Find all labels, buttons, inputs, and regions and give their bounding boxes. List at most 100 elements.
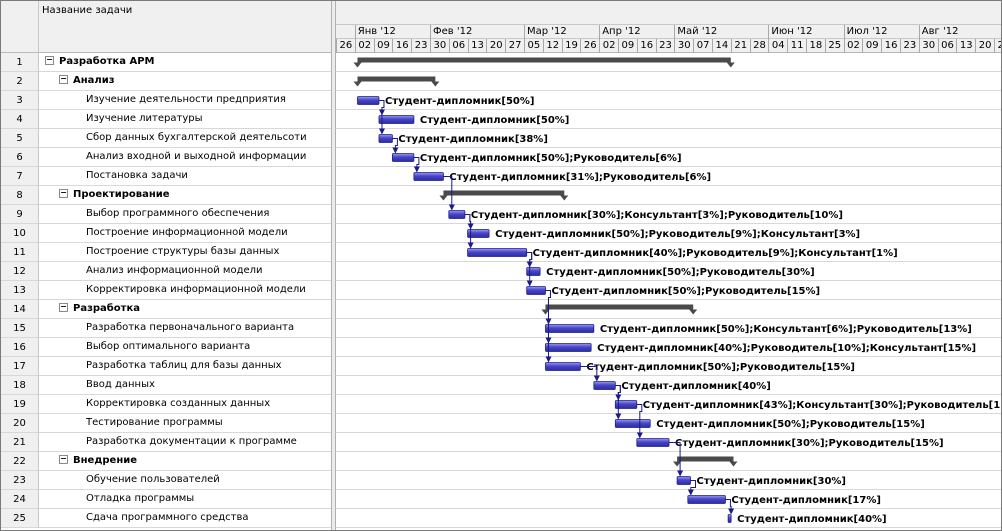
week-label: 16 — [392, 39, 411, 53]
task-name-cell[interactable]: Отладка программы — [39, 490, 331, 509]
task-bar[interactable] — [676, 476, 691, 485]
task-bar[interactable] — [545, 362, 581, 371]
week-label: 02 — [843, 39, 863, 53]
task-name-cell[interactable]: Разработка документации к программе — [39, 433, 331, 452]
table-row[interactable]: 15 Разработка первоначального варианта — [1, 319, 331, 338]
table-row[interactable]: 21 Разработка документации к программе — [1, 433, 331, 452]
table-row[interactable]: 8− Проектирование — [1, 186, 331, 205]
task-name-cell[interactable]: Изучение литературы — [39, 110, 331, 129]
row-number: 1 — [1, 53, 39, 72]
task-name-cell[interactable]: − Проектирование — [39, 186, 331, 205]
week-label: 27 — [505, 39, 524, 53]
table-row[interactable]: 20 Тестирование программы — [1, 414, 331, 433]
table-row[interactable]: 2− Анализ — [1, 72, 331, 91]
task-bar[interactable] — [545, 343, 592, 352]
task-bar[interactable] — [526, 286, 546, 295]
table-row[interactable]: 10 Построение информационной модели — [1, 224, 331, 243]
task-name-cell[interactable]: Выбор программного обеспечения — [39, 205, 331, 224]
task-bar[interactable] — [593, 381, 616, 390]
table-row[interactable]: 16 Выбор оптимального варианта — [1, 338, 331, 357]
row-number: 23 — [1, 471, 39, 490]
resource-label: Студент-дипломник[17%] — [731, 495, 881, 506]
collapse-toggle-icon[interactable]: − — [45, 55, 54, 65]
task-name-cell[interactable]: − Разработка — [39, 300, 331, 319]
task-name-cell[interactable]: Построение структуры базы данных — [39, 243, 331, 262]
table-row[interactable]: 23 Обучение пользователей — [1, 471, 331, 490]
task-name-cell[interactable]: Выбор оптимального варианта — [39, 338, 331, 357]
row-number: 25 — [1, 509, 39, 528]
table-row[interactable]: 25 Сдача программного средства — [1, 509, 331, 528]
table-row[interactable]: 22− Внедрение — [1, 452, 331, 471]
table-row[interactable]: 7 Постановка задачи — [1, 167, 331, 186]
task-name-cell[interactable]: Изучение деятельности предприятия — [39, 91, 331, 110]
task-bar[interactable] — [378, 134, 393, 143]
row-number: 3 — [1, 91, 39, 110]
week-label: 20 — [975, 39, 994, 53]
table-row[interactable]: 1− Разработка АРМ — [1, 53, 331, 72]
collapse-toggle-icon[interactable]: − — [59, 454, 68, 464]
table-row[interactable]: 14− Разработка — [1, 300, 331, 319]
resource-label: Студент-дипломник[50%];Руководитель[9%];… — [495, 229, 860, 240]
task-name-cell[interactable]: Обучение пользователей — [39, 471, 331, 490]
summary-bar[interactable] — [545, 304, 694, 310]
summary-end-cap — [689, 309, 698, 315]
task-name-cell[interactable]: Постановка задачи — [39, 167, 331, 186]
table-row[interactable]: 17 Разработка таблиц для базы данных — [1, 357, 331, 376]
task-bar[interactable] — [526, 267, 541, 276]
task-name-cell[interactable]: Сдача программного средства — [39, 509, 331, 528]
resource-label: Студент-дипломник[30%];Руководитель[15%] — [675, 438, 944, 449]
task-bar[interactable] — [357, 96, 380, 105]
task-name-cell[interactable]: Разработка таблиц для базы данных — [39, 357, 331, 376]
task-bar[interactable] — [378, 115, 415, 124]
task-bar[interactable] — [467, 248, 528, 257]
collapse-toggle-icon[interactable]: − — [59, 302, 68, 312]
table-row[interactable]: 18 Ввод данных — [1, 376, 331, 395]
collapse-toggle-icon[interactable]: − — [59, 188, 68, 198]
month-label: Июн '12 — [768, 25, 843, 39]
row-number: 12 — [1, 262, 39, 281]
resource-label: Студент-дипломник[50%];Руководитель[15%] — [656, 419, 925, 430]
task-name: Корректировка информационной модели — [86, 284, 306, 295]
task-bar[interactable] — [687, 495, 726, 504]
task-name-header[interactable]: Название задачи — [39, 1, 331, 53]
table-row[interactable]: 11 Построение структуры базы данных — [1, 243, 331, 262]
task-name-cell[interactable]: Ввод данных — [39, 376, 331, 395]
summary-bar[interactable] — [677, 456, 734, 462]
task-name-cell[interactable]: Корректировка созданных данных — [39, 395, 331, 414]
row-number: 15 — [1, 319, 39, 338]
table-row[interactable]: 19 Корректировка созданных данных — [1, 395, 331, 414]
table-row[interactable]: 9 Выбор программного обеспечения — [1, 205, 331, 224]
task-bar[interactable] — [614, 419, 651, 428]
task-bar[interactable] — [448, 210, 466, 219]
table-row[interactable]: 24 Отладка программы — [1, 490, 331, 509]
table-row[interactable]: 6 Анализ входной и выходной информации — [1, 148, 331, 167]
summary-bar[interactable] — [357, 76, 436, 82]
row-number: 17 — [1, 357, 39, 376]
task-name: Постановка задачи — [86, 170, 188, 181]
task-bar[interactable] — [636, 438, 670, 447]
table-row[interactable]: 5 Сбор данных бухгалтерской деятельсоти — [1, 129, 331, 148]
task-name-cell[interactable]: − Внедрение — [39, 452, 331, 471]
task-bar[interactable] — [545, 324, 595, 333]
table-row[interactable]: 12 Анализ информационной модели — [1, 262, 331, 281]
table-row[interactable]: 4 Изучение литературы — [1, 110, 331, 129]
task-name-cell[interactable]: − Разработка АРМ — [39, 53, 331, 72]
task-name-cell[interactable]: Анализ информационной модели — [39, 262, 331, 281]
summary-bar[interactable] — [357, 57, 731, 63]
task-name-cell[interactable]: − Анализ — [39, 72, 331, 91]
table-row[interactable]: 13 Корректировка информационной модели — [1, 281, 331, 300]
row-number: 16 — [1, 338, 39, 357]
task-name-cell[interactable]: Разработка первоначального варианта — [39, 319, 331, 338]
week-label: 30 — [674, 39, 693, 53]
task-bar[interactable] — [413, 172, 444, 181]
table-row[interactable]: 3 Изучение деятельности предприятия — [1, 91, 331, 110]
task-name-cell[interactable]: Построение информационной модели — [39, 224, 331, 243]
task-name-cell[interactable]: Тестирование программы — [39, 414, 331, 433]
task-name-cell[interactable]: Сбор данных бухгалтерской деятельсоти — [39, 129, 331, 148]
collapse-toggle-icon[interactable]: − — [59, 74, 68, 84]
task-bar[interactable] — [727, 514, 732, 523]
task-name-cell[interactable]: Корректировка информационной модели — [39, 281, 331, 300]
summary-bar[interactable] — [443, 190, 565, 196]
task-name-cell[interactable]: Анализ входной и выходной информации — [39, 148, 331, 167]
task-bar[interactable] — [392, 153, 415, 162]
